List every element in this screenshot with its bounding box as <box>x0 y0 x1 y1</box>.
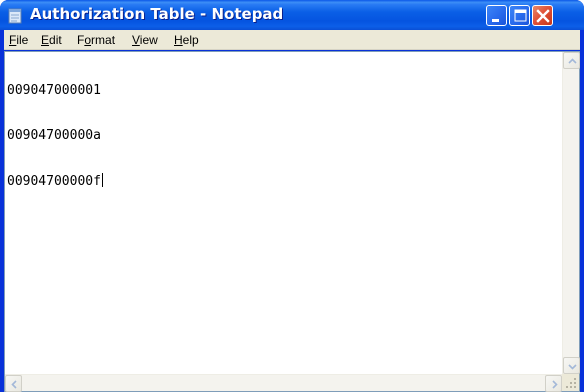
menu-view-accesskey: V <box>132 33 140 47</box>
arrow-up-icon <box>568 58 577 64</box>
minimize-icon <box>492 19 499 22</box>
title-bar[interactable]: Authorization Table - Notepad <box>0 0 584 30</box>
document-text[interactable]: 009047000001 00904700000a 00904700000f <box>7 53 559 371</box>
menu-edit-rest: dit <box>49 33 62 47</box>
menu-edit-accesskey: E <box>41 33 50 47</box>
maximize-icon <box>514 9 527 22</box>
window-title: Authorization Table - Notepad <box>30 5 284 23</box>
menu-file-rest: ile <box>16 33 29 47</box>
menu-help-rest: elp <box>182 33 199 47</box>
notepad-window: Authorization Table - Notepad File Edit … <box>0 0 584 392</box>
arrow-down-icon <box>568 364 577 370</box>
close-icon <box>536 9 550 23</box>
resize-grip-icon <box>566 378 576 388</box>
vertical-scrollbar[interactable] <box>562 52 580 374</box>
text-line-content[interactable]: 00904700000f <box>7 174 101 189</box>
menu-view-rest: iew <box>139 33 158 47</box>
menu-file[interactable]: File <box>9 33 28 47</box>
text-line[interactable]: 009047000001 <box>7 83 559 98</box>
text-caret <box>101 173 103 187</box>
close-button[interactable] <box>532 5 553 26</box>
menu-edit[interactable]: Edit <box>41 33 62 47</box>
menu-format-rest: rmat <box>91 33 116 47</box>
menu-help-accesskey: H <box>174 33 183 47</box>
menu-format[interactable]: Format <box>77 33 115 47</box>
horizontal-scrollbar[interactable] <box>5 374 562 392</box>
menu-view[interactable]: View <box>132 33 158 47</box>
scroll-left-button[interactable] <box>5 375 22 392</box>
arrow-left-icon <box>11 380 17 389</box>
scroll-down-button[interactable] <box>563 357 580 374</box>
menu-help[interactable]: Help <box>174 33 199 47</box>
text-line[interactable]: 00904700000a <box>7 128 559 143</box>
menu-bar: File Edit Format View Help <box>4 30 580 50</box>
scroll-right-button[interactable] <box>545 375 562 392</box>
resize-grip[interactable] <box>562 374 579 391</box>
text-line[interactable]: 00904700000f <box>7 173 559 189</box>
text-editor[interactable]: 009047000001 00904700000a 00904700000f <box>4 51 580 392</box>
notepad-icon[interactable] <box>7 7 23 24</box>
scroll-up-button[interactable] <box>563 52 580 69</box>
minimize-button[interactable] <box>486 5 507 26</box>
arrow-right-icon <box>552 380 558 389</box>
maximize-button[interactable] <box>509 5 530 26</box>
